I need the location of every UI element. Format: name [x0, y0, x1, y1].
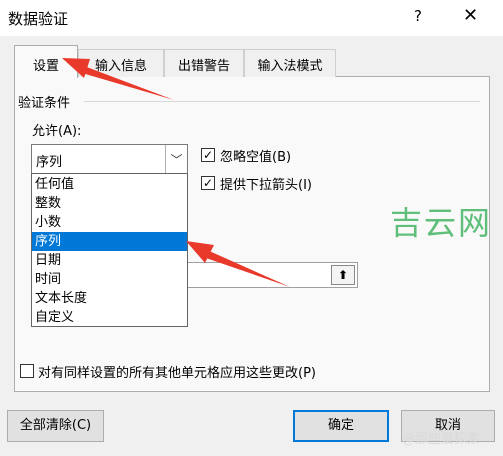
group-divider: [84, 101, 480, 102]
close-button[interactable]: ✕: [463, 5, 478, 26]
tab-settings[interactable]: 设置: [14, 45, 78, 78]
ok-button[interactable]: 确定: [293, 410, 389, 442]
allow-label: 允许(A):: [32, 124, 82, 139]
ignore-blank-label: 忽略空值(B): [220, 150, 292, 165]
ignore-blank-checkbox[interactable]: ✓: [201, 148, 215, 162]
in-cell-dropdown-checkbox[interactable]: ✓: [201, 176, 215, 190]
tab-input-message[interactable]: 输入信息: [78, 49, 164, 77]
apply-all-label: 对有同样设置的所有其他单元格应用这些更改(P): [38, 366, 316, 381]
help-button[interactable]: ?: [414, 7, 422, 25]
option-any-value[interactable]: 任何值: [32, 175, 187, 194]
source-input[interactable]: ⬆: [188, 262, 358, 288]
option-list[interactable]: 序列: [32, 232, 187, 251]
allow-dropdown-list: 任何值 整数 小数 序列 日期 时间 文本长度 自定义: [31, 173, 188, 327]
option-decimal[interactable]: 小数: [32, 213, 187, 232]
apply-all-checkbox[interactable]: [20, 364, 34, 378]
option-text-length[interactable]: 文本长度: [32, 289, 187, 308]
site-watermark: 吉云网: [390, 204, 493, 242]
in-cell-dropdown-label: 提供下拉箭头(I): [220, 178, 312, 193]
option-whole-number[interactable]: 整数: [32, 194, 187, 213]
title-bar: 数据验证 ? ✕: [0, 0, 503, 36]
tab-error-alert[interactable]: 出错警告: [164, 49, 244, 77]
option-time[interactable]: 时间: [32, 270, 187, 289]
validation-criteria-title: 验证条件: [18, 96, 71, 111]
allow-selected-value: 序列: [36, 155, 63, 170]
author-watermark: @那些爱探索: [402, 432, 481, 447]
allow-select[interactable]: 序列 ﹀: [31, 144, 188, 174]
range-select-icon[interactable]: ⬆: [331, 265, 355, 285]
clear-all-button[interactable]: 全部清除(C): [7, 410, 104, 442]
option-custom[interactable]: 自定义: [32, 308, 187, 327]
tab-ime-mode[interactable]: 输入法模式: [244, 49, 336, 77]
dialog-title: 数据验证: [8, 10, 69, 28]
option-date[interactable]: 日期: [32, 251, 187, 270]
chevron-down-icon[interactable]: ﹀: [165, 145, 187, 173]
